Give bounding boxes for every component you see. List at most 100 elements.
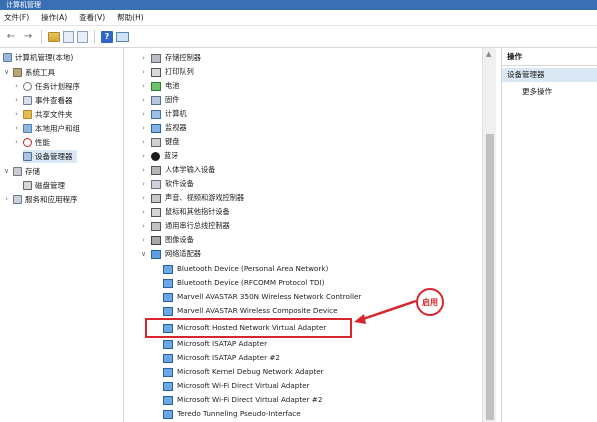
device-item[interactable]: Bluetooth Device (Personal Area Network) xyxy=(163,262,328,276)
category-storage-controllers[interactable]: › 存储控制器 xyxy=(140,51,201,65)
category-imaging[interactable]: › 图像设备 xyxy=(140,233,194,247)
device-item[interactable]: Microsoft Wi-Fi Direct Virtual Adapter #… xyxy=(163,393,322,407)
category-firmware[interactable]: › 固件 xyxy=(140,93,179,107)
category-batteries[interactable]: › 电池 xyxy=(140,79,179,93)
menu-help[interactable]: 帮助(H) xyxy=(117,12,144,23)
folder-up-icon[interactable] xyxy=(48,31,60,42)
network-adapter-icon xyxy=(163,278,173,288)
chevron-right-icon[interactable]: › xyxy=(13,80,20,93)
callout-arrow xyxy=(354,299,417,324)
menu-action[interactable]: 操作(A) xyxy=(41,12,67,23)
scrollbar-thumb[interactable] xyxy=(486,134,494,420)
tree-services-apps[interactable]: › 服务和应用程序 xyxy=(3,193,78,206)
device-item[interactable]: Marvell AVASTAR 350N Wireless Network Co… xyxy=(163,290,361,304)
forward-arrow-icon[interactable]: → xyxy=(21,30,35,44)
network-adapter-icon xyxy=(163,339,173,349)
vertical-scrollbar[interactable]: ▲ xyxy=(482,48,496,422)
chevron-right-icon[interactable]: › xyxy=(13,122,20,135)
chevron-right-icon[interactable]: › xyxy=(140,121,147,135)
category-network-adapters[interactable]: ∨ 网络适配器 xyxy=(140,247,201,261)
tree-shared-folders[interactable]: › 共享文件夹 xyxy=(13,108,73,121)
category-bluetooth[interactable]: › 蓝牙 xyxy=(140,149,178,163)
device-item[interactable]: Marvell AVASTAR Wireless Composite Devic… xyxy=(163,304,338,318)
chevron-right-icon[interactable]: › xyxy=(140,233,147,247)
device-label: Bluetooth Device (Personal Area Network) xyxy=(177,264,329,273)
category-keyboards[interactable]: › 键盘 xyxy=(140,135,179,149)
chevron-right-icon[interactable]: › xyxy=(140,79,147,93)
category-label: 存储控制器 xyxy=(165,53,201,62)
category-print-queues[interactable]: › 打印队列 xyxy=(140,65,194,79)
category-monitors[interactable]: › 监视器 xyxy=(140,121,187,135)
tree-device-manager[interactable]: 设备管理器 xyxy=(23,150,77,163)
device-item[interactable]: Bluetooth Device (RFCOMM Protocol TDI) xyxy=(163,276,324,290)
back-arrow-icon[interactable]: ← xyxy=(4,30,18,44)
highlight-box xyxy=(145,318,352,338)
device-label: Bluetooth Device (RFCOMM Protocol TDI) xyxy=(177,278,325,287)
chevron-right-icon[interactable]: › xyxy=(140,135,147,149)
chevron-right-icon[interactable]: › xyxy=(140,205,147,219)
device-label: Microsoft Kernel Debug Network Adapter xyxy=(177,367,324,376)
disk-icon xyxy=(23,181,32,190)
category-usb[interactable]: › 通用串行总线控制器 xyxy=(140,219,230,233)
category-computer[interactable]: › 计算机 xyxy=(140,107,187,121)
chevron-right-icon[interactable]: › xyxy=(140,51,147,65)
help-icon[interactable]: ? xyxy=(101,30,113,43)
tree-storage[interactable]: ∨ 存储 xyxy=(3,165,40,178)
chevron-right-icon[interactable]: › xyxy=(3,193,10,206)
category-label: 蓝牙 xyxy=(164,151,179,160)
category-label: 打印队列 xyxy=(165,67,194,76)
tree-label: 性能 xyxy=(35,138,50,147)
tree-local-users[interactable]: › 本地用户和组 xyxy=(13,122,80,135)
monitor-icon[interactable] xyxy=(116,31,129,42)
storage-controller-icon xyxy=(151,53,161,63)
chevron-right-icon[interactable]: › xyxy=(140,177,147,191)
chevron-right-icon[interactable]: › xyxy=(13,94,20,107)
menu-file[interactable]: 文件(F) xyxy=(4,12,29,23)
title-bar: 计算机管理 xyxy=(0,0,597,10)
tree-task-scheduler[interactable]: › 任务计划程序 xyxy=(13,80,80,93)
scroll-up-arrow-icon[interactable]: ▲ xyxy=(486,50,491,58)
users-icon xyxy=(23,124,32,133)
tree-event-viewer[interactable]: › 事件查看器 xyxy=(13,94,73,107)
chevron-right-icon[interactable]: › xyxy=(140,93,147,107)
device-item[interactable]: Microsoft ISATAP Adapter #2 xyxy=(163,351,280,365)
device-manager-icon xyxy=(23,152,32,161)
storage-icon xyxy=(13,167,22,176)
category-label: 固件 xyxy=(165,95,180,104)
chevron-right-icon[interactable]: › xyxy=(13,136,20,149)
device-item[interactable]: Microsoft Wi-Fi Direct Virtual Adapter xyxy=(163,379,310,393)
properties-icon[interactable] xyxy=(77,30,88,43)
chevron-down-icon[interactable]: ∨ xyxy=(3,165,10,178)
chevron-right-icon[interactable]: › xyxy=(140,149,147,163)
category-mice[interactable]: › 鼠标和其他指针设备 xyxy=(140,205,230,219)
tree-computer-management[interactable]: 计算机管理(本地) xyxy=(3,51,73,64)
bluetooth-icon xyxy=(151,151,160,161)
menu-view[interactable]: 查看(V) xyxy=(79,12,105,23)
device-item[interactable]: Microsoft Kernel Debug Network Adapter xyxy=(163,365,324,379)
actions-header: 操作 xyxy=(502,48,597,66)
actions-device-manager[interactable]: 设备管理器 xyxy=(502,68,597,82)
chevron-down-icon[interactable]: ∨ xyxy=(3,66,10,79)
more-actions-link[interactable]: 更多操作 xyxy=(522,86,552,98)
window-title: 计算机管理 xyxy=(6,1,41,9)
tree-system-tools[interactable]: ∨ 系统工具 xyxy=(3,66,55,79)
category-hid[interactable]: › 人体学输入设备 xyxy=(140,163,215,177)
chevron-right-icon[interactable]: › xyxy=(140,163,147,177)
device-item[interactable]: Teredo Tunneling Pseudo-Interface xyxy=(163,407,301,421)
chevron-right-icon[interactable]: › xyxy=(140,191,147,205)
device-item[interactable]: Microsoft ISATAP Adapter xyxy=(163,337,267,351)
chevron-right-icon[interactable]: › xyxy=(140,219,147,233)
tree-label: 计算机管理(本地) xyxy=(15,53,74,62)
chevron-right-icon[interactable]: › xyxy=(140,107,147,121)
chevron-right-icon[interactable]: › xyxy=(13,108,20,121)
category-label: 声音、视频和游戏控制器 xyxy=(165,193,245,202)
tree-performance[interactable]: › 性能 xyxy=(13,136,50,149)
chevron-right-icon[interactable]: › xyxy=(140,65,147,79)
category-sound-video[interactable]: › 声音、视频和游戏控制器 xyxy=(140,191,244,205)
category-label: 监视器 xyxy=(165,123,187,132)
keyboard-icon xyxy=(151,137,161,147)
category-software-devices[interactable]: › 软件设备 xyxy=(140,177,194,191)
chevron-down-icon[interactable]: ∨ xyxy=(140,247,147,261)
tree-disk-management[interactable]: 磁盘管理 xyxy=(23,179,65,192)
console-tree-icon[interactable] xyxy=(63,30,74,43)
